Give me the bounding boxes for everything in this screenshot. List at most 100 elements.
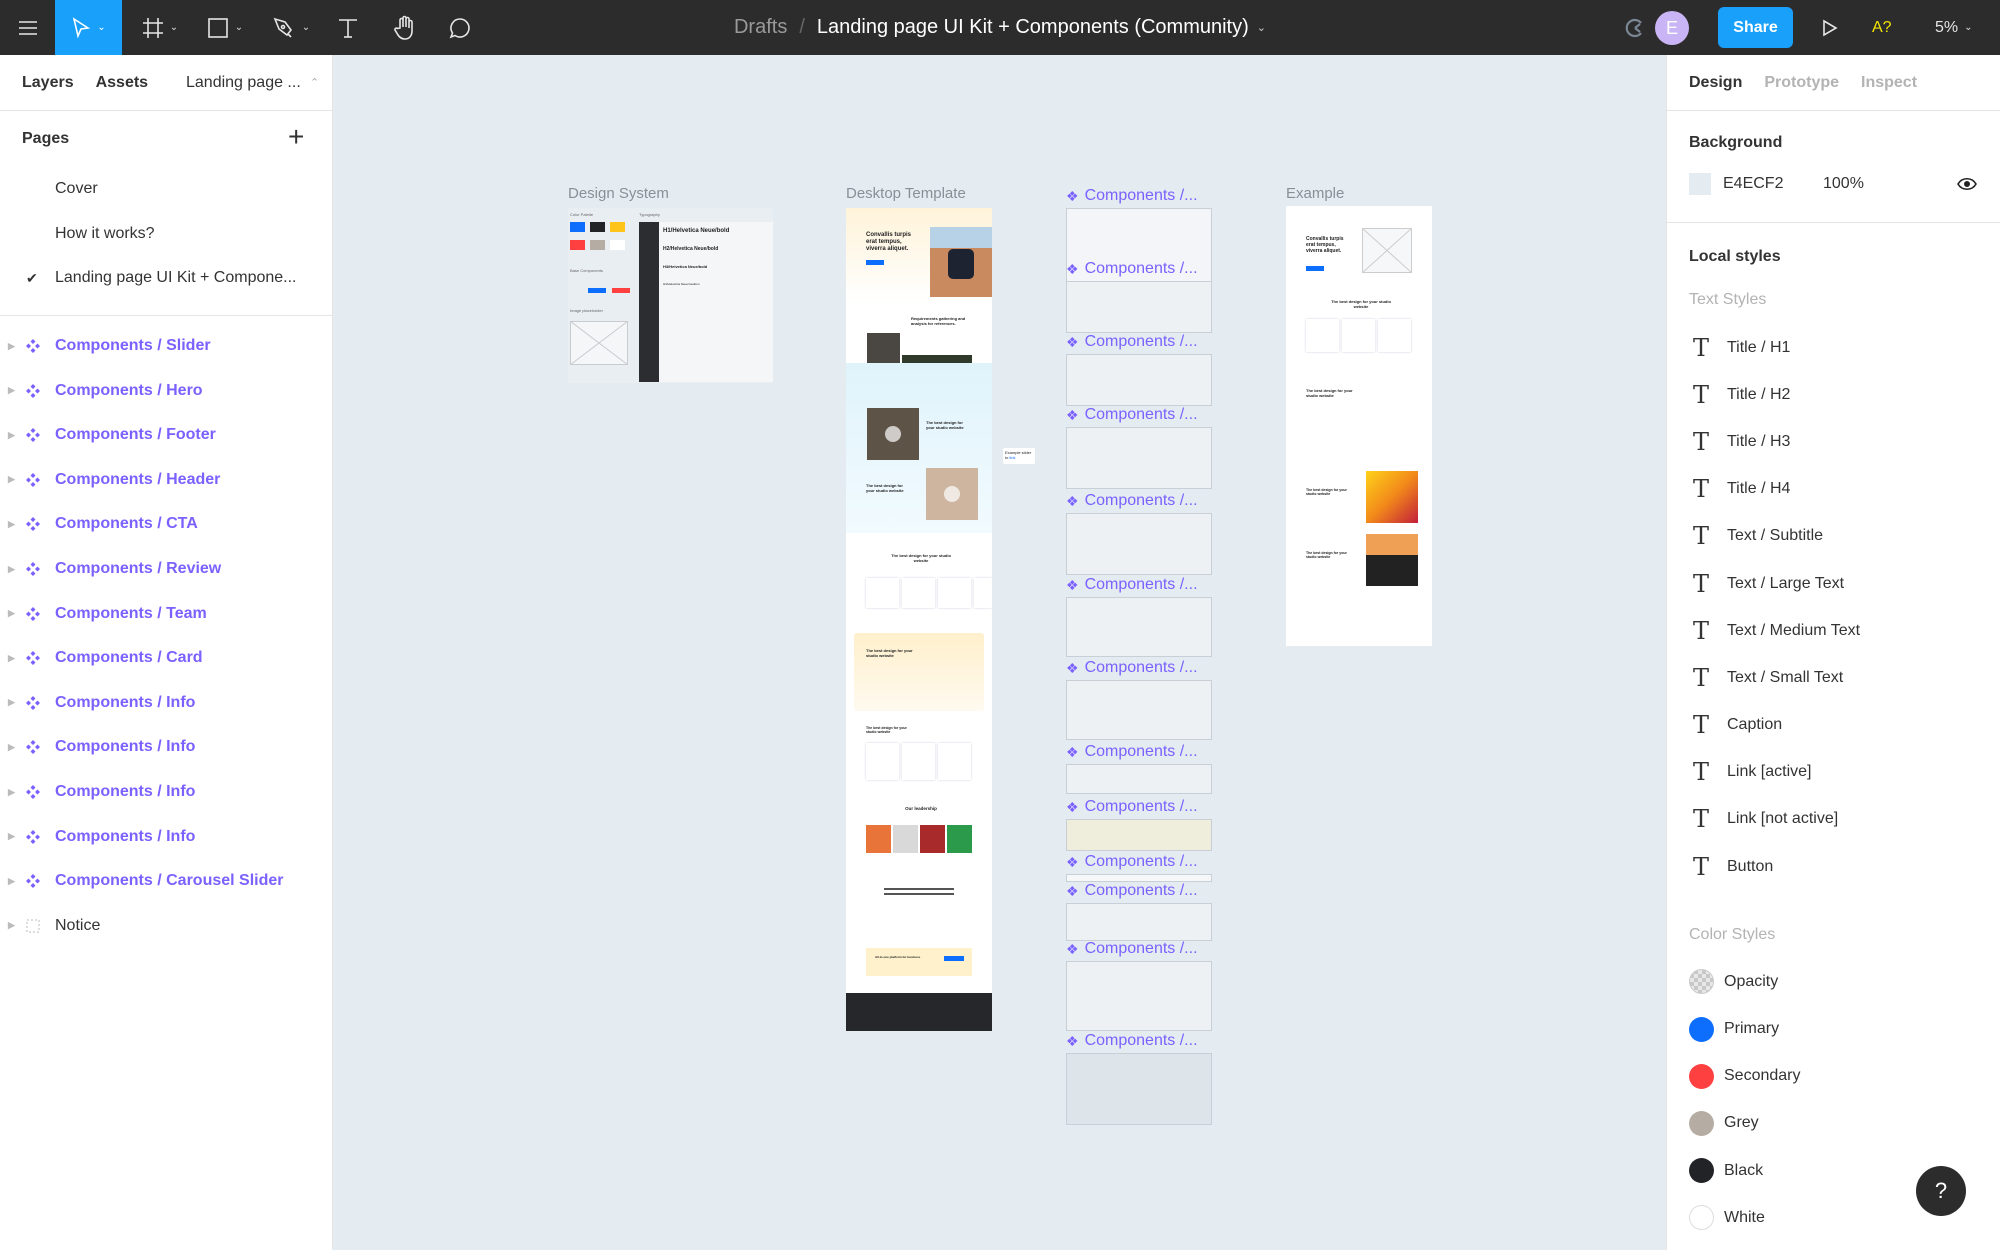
component-label[interactable]: ❖ Components /... xyxy=(1066,940,1198,958)
expand-arrow-icon[interactable]: ▶ xyxy=(8,653,15,664)
color-style-item[interactable]: Grey xyxy=(1667,1100,2000,1147)
text-style-item[interactable]: T Title / H2 xyxy=(1667,371,2000,418)
expand-arrow-icon[interactable]: ▶ xyxy=(8,430,15,441)
component-label[interactable]: ❖ Components /... xyxy=(1066,260,1198,278)
frame-label-desktop-template[interactable]: Desktop Template xyxy=(846,185,966,202)
text-style-item[interactable]: T Caption xyxy=(1667,702,2000,749)
eye-icon[interactable] xyxy=(1957,174,1977,194)
component-label[interactable]: ❖ Components /... xyxy=(1066,333,1198,351)
current-page-selector[interactable]: Landing page ... xyxy=(186,74,301,92)
layer-item[interactable]: ▶ Components / Info xyxy=(0,681,332,726)
component-frame[interactable] xyxy=(1066,819,1212,851)
canvas[interactable]: Design System Color Palette Base Compone… xyxy=(333,55,1666,1250)
component-frame[interactable] xyxy=(1066,354,1212,406)
background-hex-input[interactable]: E4ECF2 xyxy=(1723,175,1823,193)
layer-item[interactable]: ▶ Components / Header xyxy=(0,458,332,503)
layer-item[interactable]: ▶ Components / Card xyxy=(0,636,332,681)
layer-item[interactable]: ▶ Components / Info xyxy=(0,770,332,815)
page-item[interactable]: Cover xyxy=(0,167,332,212)
layer-item[interactable]: ▶ Components / Footer xyxy=(0,413,332,458)
main-menu-button[interactable] xyxy=(0,0,55,55)
layer-item[interactable]: ▶ Components / CTA xyxy=(0,502,332,547)
tab-inspect[interactable]: Inspect xyxy=(1861,74,1917,92)
chevron-down-icon[interactable]: ⌄ xyxy=(1257,21,1266,34)
expand-arrow-icon[interactable]: ▶ xyxy=(8,876,15,887)
layer-item[interactable]: ▶ Notice xyxy=(0,904,332,949)
hand-tool-button[interactable] xyxy=(390,0,420,55)
frame-example[interactable]: Convallis turpis erat tempus, viverra al… xyxy=(1286,206,1432,646)
text-tool-button[interactable] xyxy=(333,0,363,55)
text-style-item[interactable]: T Link [not active] xyxy=(1667,796,2000,843)
pen-tool-button[interactable]: ⌄ xyxy=(266,0,316,55)
layer-item[interactable]: ▶ Components / Slider xyxy=(0,324,332,369)
move-tool-button[interactable]: ⌄ xyxy=(55,0,122,55)
color-style-item[interactable]: Secondary xyxy=(1667,1053,2000,1100)
color-style-item[interactable]: Primary xyxy=(1667,1005,2000,1052)
expand-arrow-icon[interactable]: ▶ xyxy=(8,608,15,619)
page-item[interactable]: How it works? xyxy=(0,212,332,257)
component-label[interactable]: ❖ Components /... xyxy=(1066,659,1198,677)
expand-arrow-icon[interactable]: ▶ xyxy=(8,831,15,842)
background-opacity-input[interactable]: 100% xyxy=(1823,175,1864,193)
expand-arrow-icon[interactable]: ▶ xyxy=(8,519,15,530)
component-label[interactable]: ❖ Components /... xyxy=(1066,187,1198,205)
component-label[interactable]: ❖ Components /... xyxy=(1066,492,1198,510)
text-style-item[interactable]: T Text / Subtitle xyxy=(1667,513,2000,560)
timer-icon[interactable] xyxy=(1620,0,1650,55)
missing-fonts-button[interactable]: A? xyxy=(1872,0,1892,55)
component-label[interactable]: ❖ Components /... xyxy=(1066,853,1198,871)
text-style-item[interactable]: T Text / Medium Text xyxy=(1667,607,2000,654)
tab-design[interactable]: Design xyxy=(1689,74,1742,92)
text-style-item[interactable]: T Link [active] xyxy=(1667,749,2000,796)
text-style-item[interactable]: T Title / H3 xyxy=(1667,418,2000,465)
text-style-item[interactable]: T Text / Large Text xyxy=(1667,560,2000,607)
component-label[interactable]: ❖ Components /... xyxy=(1066,743,1198,761)
text-style-item[interactable]: T Title / H1 xyxy=(1667,324,2000,371)
component-frame[interactable] xyxy=(1066,961,1212,1031)
zoom-dropdown[interactable]: 5% ⌄ xyxy=(1935,0,1973,55)
expand-arrow-icon[interactable]: ▶ xyxy=(8,564,15,575)
component-label[interactable]: ❖ Components /... xyxy=(1066,798,1198,816)
add-page-button[interactable]: + xyxy=(288,123,304,151)
frame-design-system[interactable]: Color Palette Base Components Image plac… xyxy=(568,208,773,383)
file-name[interactable]: Landing page UI Kit + Components (Commun… xyxy=(817,16,1249,39)
component-frame[interactable] xyxy=(1066,903,1212,941)
component-label[interactable]: ❖ Components /... xyxy=(1066,1032,1198,1050)
frame-tool-button[interactable]: ⌄ xyxy=(135,0,185,55)
component-frame[interactable] xyxy=(1066,764,1212,794)
shape-tool-button[interactable]: ⌄ xyxy=(200,0,250,55)
expand-arrow-icon[interactable]: ▶ xyxy=(8,787,15,798)
note-link[interactable]: link xyxy=(1009,455,1015,460)
expand-arrow-icon[interactable]: ▶ xyxy=(8,742,15,753)
expand-arrow-icon[interactable]: ▶ xyxy=(8,341,15,352)
expand-arrow-icon[interactable]: ▶ xyxy=(8,920,15,931)
expand-arrow-icon[interactable]: ▶ xyxy=(8,697,15,708)
text-style-item[interactable]: T Button xyxy=(1667,843,2000,890)
component-frame[interactable] xyxy=(1066,513,1212,575)
page-item-active[interactable]: ✔ Landing page UI Kit + Compone... xyxy=(0,256,332,301)
component-frame[interactable] xyxy=(1066,427,1212,489)
frame-label-design-system[interactable]: Design System xyxy=(568,185,669,202)
help-button[interactable]: ? xyxy=(1916,1166,1966,1216)
chevron-up-icon[interactable]: ⌃ xyxy=(310,76,319,89)
present-button[interactable] xyxy=(1815,0,1845,55)
expand-arrow-icon[interactable]: ▶ xyxy=(8,385,15,396)
component-label[interactable]: ❖ Components /... xyxy=(1066,406,1198,424)
layer-item[interactable]: ▶ Components / Info xyxy=(0,725,332,770)
component-label[interactable]: ❖ Components /... xyxy=(1066,882,1198,900)
component-frame[interactable] xyxy=(1066,281,1212,333)
layer-item[interactable]: ▶ Components / Info xyxy=(0,814,332,859)
tab-prototype[interactable]: Prototype xyxy=(1764,74,1839,92)
color-style-item[interactable]: Opacity xyxy=(1667,958,2000,1005)
tab-layers[interactable]: Layers xyxy=(22,74,74,92)
frame-desktop-template[interactable]: Convallis turpis erat tempus, viverra al… xyxy=(846,208,992,1031)
text-style-item[interactable]: T Title / H4 xyxy=(1667,466,2000,513)
layer-item[interactable]: ▶ Components / Team xyxy=(0,591,332,636)
text-style-item[interactable]: T Text / Small Text xyxy=(1667,654,2000,701)
component-frame[interactable] xyxy=(1066,597,1212,657)
component-frame[interactable] xyxy=(1066,1053,1212,1125)
component-label[interactable]: ❖ Components /... xyxy=(1066,576,1198,594)
avatar[interactable]: E xyxy=(1655,11,1689,45)
tab-assets[interactable]: Assets xyxy=(96,74,148,92)
layer-item[interactable]: ▶ Components / Carousel Slider xyxy=(0,859,332,904)
